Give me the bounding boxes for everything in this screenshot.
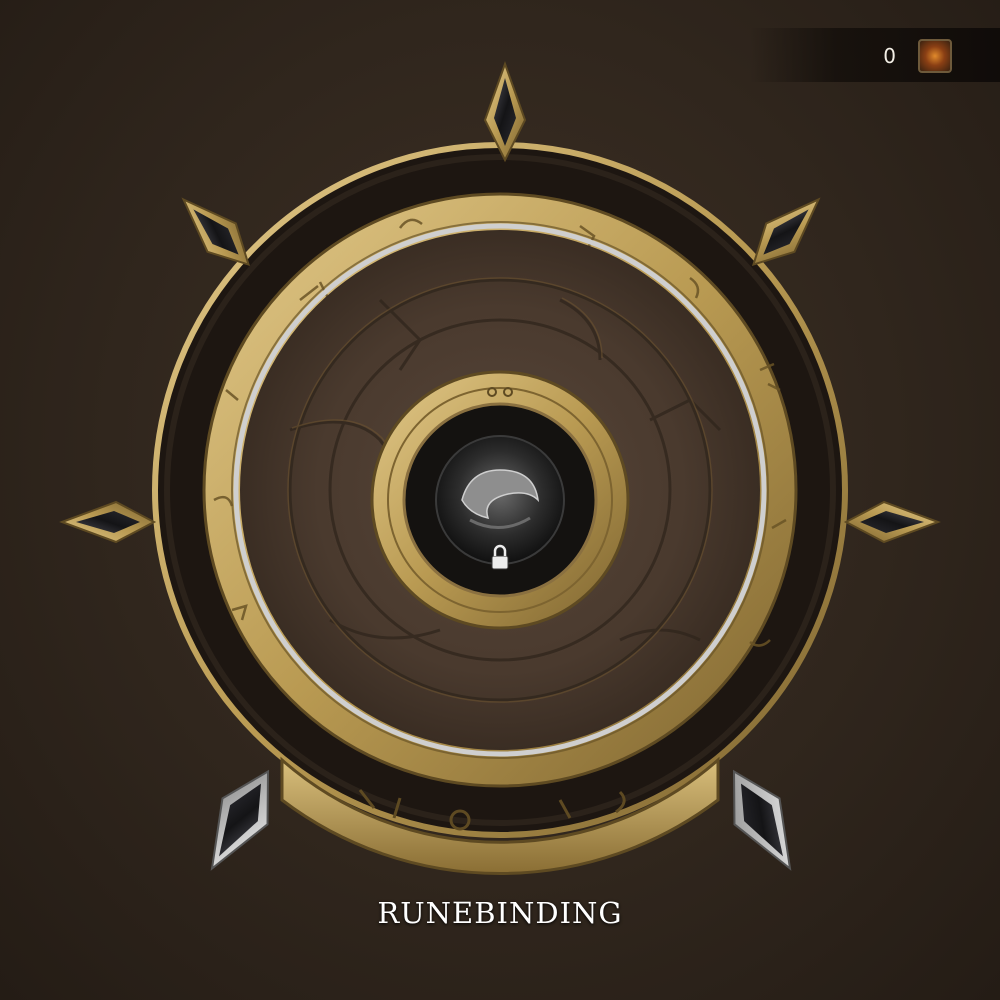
rune-socket-right[interactable] [843,500,941,544]
runebinding-wheel [59,61,941,882]
currency-bar [750,28,1000,82]
currency-count: 0 [883,44,896,68]
rune-socket-lower-right[interactable] [711,759,812,882]
rune-socket-upper-left[interactable] [169,185,262,278]
rune-socket-left[interactable] [59,500,157,544]
page-title: RUNEBINDING [377,896,623,930]
rune-shard-icon[interactable] [918,39,952,73]
rune-socket-upper-right[interactable] [739,185,832,278]
rune-socket-lower-left[interactable] [189,759,290,882]
